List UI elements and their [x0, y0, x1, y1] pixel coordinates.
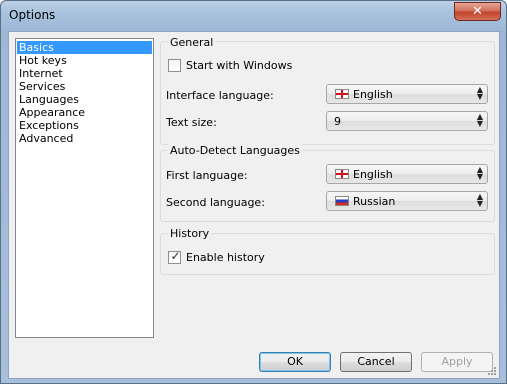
second-language-label: Second language: — [166, 196, 265, 209]
apply-button: Apply — [421, 352, 493, 372]
auto-detect-group-title: Auto-Detect Languages — [168, 144, 302, 157]
category-item-basics[interactable]: Basics — [17, 41, 152, 54]
first-language-label: First language: — [166, 169, 248, 182]
first-language-dropdown[interactable]: English ▲ ▼ — [326, 164, 488, 184]
history-group-title: History — [168, 227, 212, 240]
start-with-windows-label[interactable]: Start with Windows — [186, 59, 292, 72]
second-language-dropdown[interactable]: Russian ▲ ▼ — [326, 191, 488, 211]
options-window: Options ✕ Basics Hot keys Internet Servi… — [0, 0, 507, 384]
resize-grip-icon[interactable] — [487, 366, 497, 376]
category-item-appearance[interactable]: Appearance — [17, 106, 152, 119]
second-language-value: Russian — [353, 195, 396, 208]
enable-history-label[interactable]: Enable history — [186, 251, 265, 264]
category-item-internet[interactable]: Internet — [17, 67, 152, 80]
category-item-advanced[interactable]: Advanced — [17, 132, 152, 145]
first-language-value: English — [353, 168, 393, 181]
interface-language-label: Interface language: — [166, 89, 274, 102]
general-group-title: General — [168, 36, 216, 49]
close-icon: ✕ — [472, 4, 483, 19]
russian-flag-icon — [335, 196, 349, 206]
text-size-value: 9 — [334, 115, 341, 128]
dialog-client-area: Basics Hot keys Internet Services Langua… — [8, 31, 500, 379]
spin-arrows-icon: ▲ ▼ — [476, 112, 483, 128]
category-list[interactable]: Basics Hot keys Internet Services Langua… — [15, 38, 154, 338]
text-size-label: Text size: — [166, 116, 217, 129]
window-title: Options — [9, 8, 56, 22]
english-flag-icon — [335, 169, 349, 179]
cancel-button[interactable]: Cancel — [340, 352, 412, 372]
category-item-exceptions[interactable]: Exceptions — [17, 119, 152, 132]
auto-detect-group — [160, 150, 495, 222]
spin-arrows-icon: ▲ ▼ — [476, 192, 483, 208]
ok-button[interactable]: OK — [259, 352, 331, 372]
checkmark-icon: ✓ — [170, 249, 181, 263]
close-button[interactable]: ✕ — [454, 2, 501, 21]
spin-arrows-icon: ▲ ▼ — [476, 85, 483, 101]
enable-history-checkbox[interactable]: ✓ — [168, 249, 181, 264]
title-bar[interactable]: Options ✕ — [1, 1, 506, 31]
english-flag-icon — [335, 89, 349, 99]
interface-language-dropdown[interactable]: English ▲ ▼ — [326, 84, 488, 104]
interface-language-value: English — [353, 88, 393, 101]
spin-arrows-icon: ▲ ▼ — [476, 165, 483, 181]
category-item-languages[interactable]: Languages — [17, 93, 152, 106]
category-item-services[interactable]: Services — [17, 80, 152, 93]
text-size-dropdown[interactable]: 9 ▲ ▼ — [326, 111, 488, 131]
category-item-hot-keys[interactable]: Hot keys — [17, 54, 152, 67]
start-with-windows-checkbox[interactable] — [168, 59, 181, 72]
